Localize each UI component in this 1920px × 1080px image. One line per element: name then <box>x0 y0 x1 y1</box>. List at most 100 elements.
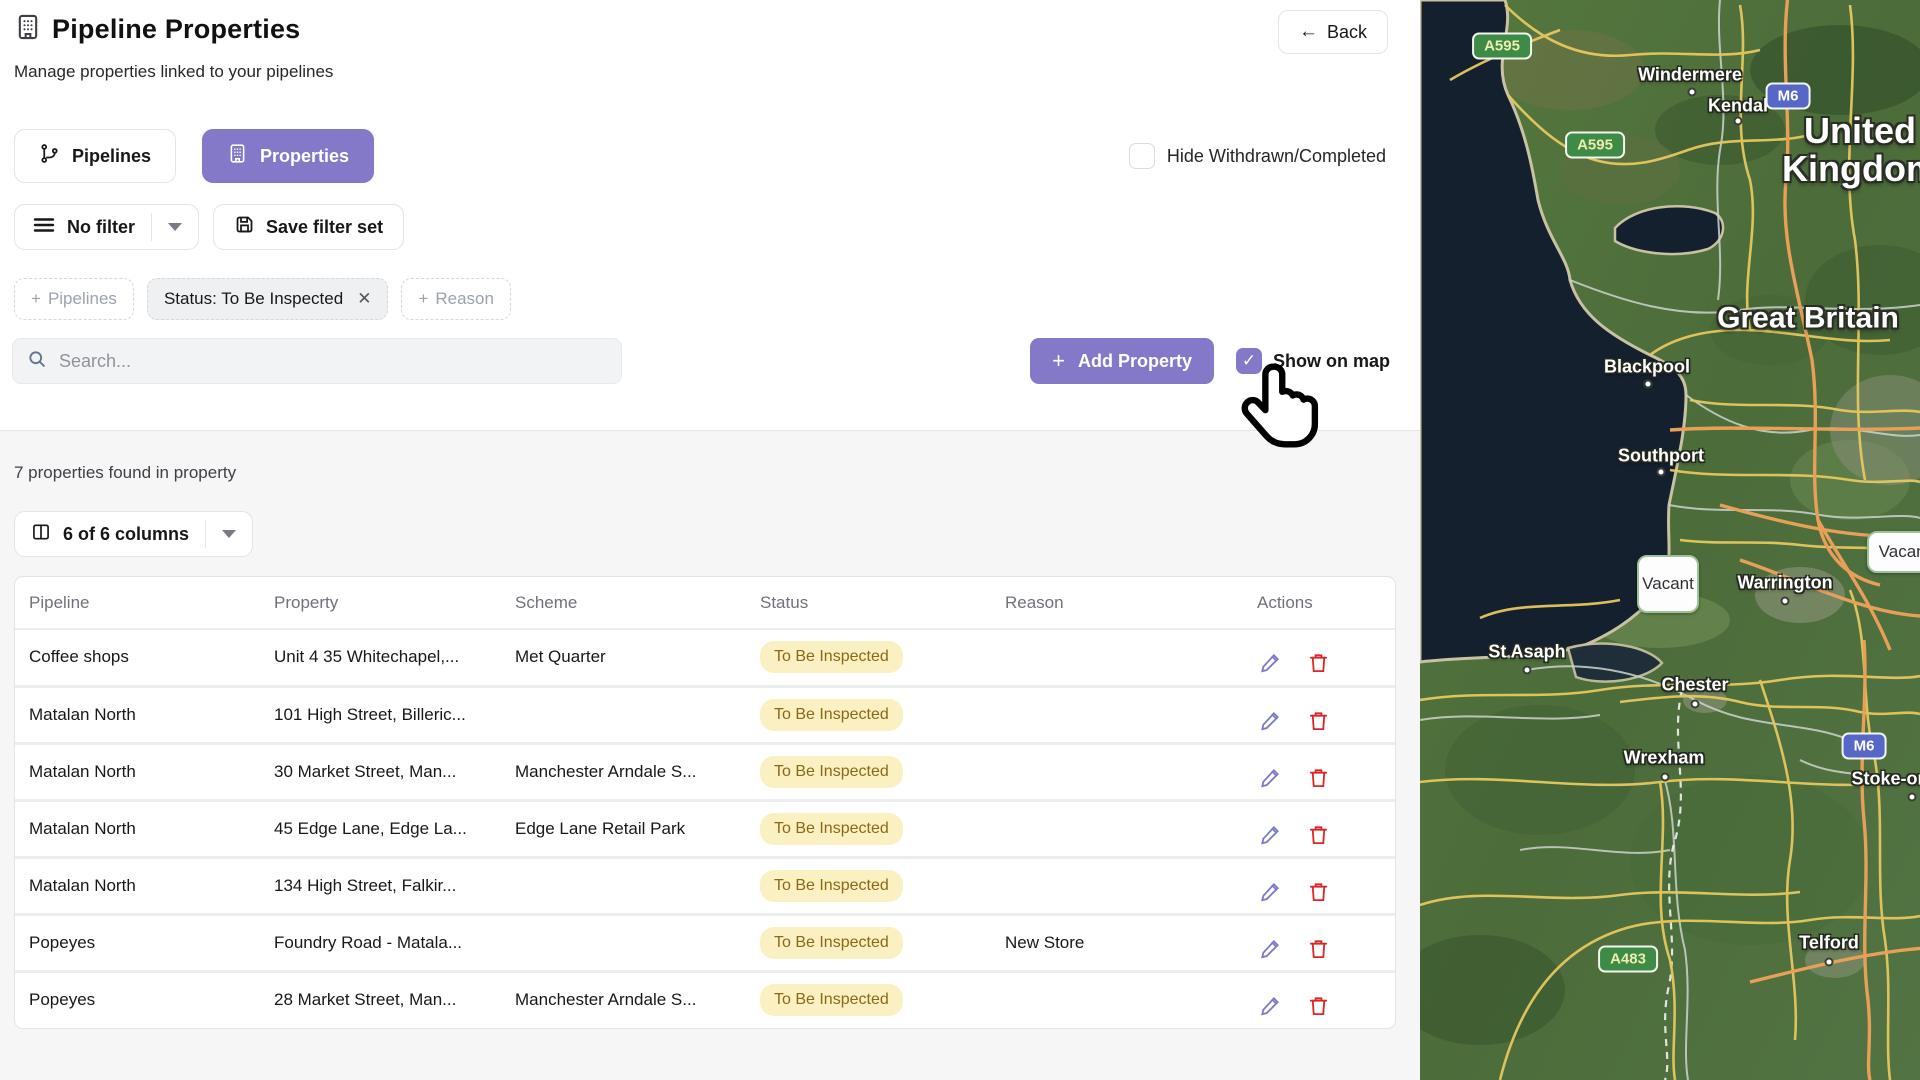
back-arrow-icon: ← <box>1299 21 1318 43</box>
columns-button[interactable]: 6 of 6 columns <box>14 511 253 557</box>
cell-property: 28 Market Street, Man... <box>260 971 501 1028</box>
results-summary: 7 properties found in property <box>14 463 236 483</box>
edit-button[interactable] <box>1257 766 1283 792</box>
table-row[interactable]: Coffee shopsUnit 4 35 Whitechapel,...Met… <box>15 629 1396 686</box>
table-row[interactable]: Matalan North134 High Street, Falkir... T… <box>15 857 1396 914</box>
cell-pipeline: Popeyes <box>15 971 260 1028</box>
map-marker-vacant[interactable]: Vacant <box>1867 531 1920 573</box>
add-property-button[interactable]: + Add Property <box>1030 338 1214 384</box>
back-button[interactable]: ← Back <box>1278 10 1388 54</box>
show-on-map-checkbox[interactable]: ✓ <box>1236 348 1262 374</box>
column-header-scheme: Scheme <box>501 577 746 629</box>
cell-scheme <box>501 857 746 914</box>
git-branch-icon <box>39 143 60 169</box>
cell-actions <box>1243 857 1396 914</box>
add-reason-filter-chip[interactable]: + Reason <box>401 278 511 320</box>
edit-button[interactable] <box>1257 651 1283 677</box>
columns-button-label: 6 of 6 columns <box>51 524 205 545</box>
cell-property: 30 Market Street, Man... <box>260 743 501 800</box>
edit-button[interactable] <box>1257 709 1283 735</box>
map-city-label: Wrexham <box>1624 748 1705 769</box>
cell-pipeline: Matalan North <box>15 743 260 800</box>
edit-button[interactable] <box>1257 823 1283 849</box>
pencil-icon <box>1259 662 1282 677</box>
delete-button[interactable] <box>1305 937 1331 963</box>
page-title: Pipeline Properties <box>52 14 300 45</box>
map-marker-vacant[interactable]: Vacant <box>1637 555 1699 613</box>
status-badge: To Be Inspected <box>760 984 903 1016</box>
save-filter-set-button[interactable]: Save filter set <box>213 204 404 250</box>
status-badge: To Be Inspected <box>760 870 903 902</box>
table-row[interactable]: Matalan North45 Edge Lane, Edge La...Edg… <box>15 800 1396 857</box>
delete-button[interactable] <box>1305 880 1331 906</box>
pencil-icon <box>1259 834 1282 849</box>
cell-pipeline: Matalan North <box>15 857 260 914</box>
chevron-down-icon[interactable] <box>168 223 182 231</box>
pencil-icon <box>1259 891 1282 906</box>
tab-properties-label: Properties <box>260 146 349 167</box>
remove-filter-icon[interactable]: ✕ <box>357 289 371 309</box>
search-box[interactable] <box>12 338 622 384</box>
delete-button[interactable] <box>1305 709 1331 735</box>
no-filter-button[interactable]: No filter <box>14 204 199 250</box>
map[interactable]: UnitedKingdomGreat BritainWindermereKend… <box>1420 0 1920 1080</box>
tab-pipelines-label: Pipelines <box>72 146 151 167</box>
edit-button[interactable] <box>1257 994 1283 1020</box>
save-icon <box>234 214 255 240</box>
hide-withdrawn-label: Hide Withdrawn/Completed <box>1167 146 1386 167</box>
delete-button[interactable] <box>1305 823 1331 849</box>
cell-scheme <box>501 686 746 743</box>
pencil-icon <box>1259 1005 1282 1020</box>
search-input[interactable] <box>59 351 607 372</box>
cell-actions <box>1243 629 1396 686</box>
results-section: 7 properties found in property 6 of 6 co… <box>0 430 1420 1080</box>
hide-withdrawn-toggle[interactable]: Hide Withdrawn/Completed <box>1129 143 1386 169</box>
cell-status: To Be Inspected <box>746 686 991 743</box>
edit-button[interactable] <box>1257 937 1283 963</box>
divider <box>205 520 206 548</box>
table-row[interactable]: PopeyesFoundry Road - Matala...To Be Ins… <box>15 914 1396 971</box>
trash-icon <box>1307 834 1330 849</box>
add-pipelines-filter-chip[interactable]: + Pipelines <box>14 278 134 320</box>
cell-property: 101 High Street, Billeric... <box>260 686 501 743</box>
properties-table-card: PipelinePropertySchemeStatusReasonAction… <box>14 576 1396 1029</box>
tab-properties[interactable]: Properties <box>202 129 374 183</box>
tab-pipelines[interactable]: Pipelines <box>14 129 176 183</box>
check-icon: ✓ <box>1242 351 1256 371</box>
map-region-label: UnitedKingdom <box>1782 112 1920 188</box>
status-badge: To Be Inspected <box>760 641 903 673</box>
table-row[interactable]: Matalan North101 High Street, Billeric..… <box>15 686 1396 743</box>
cell-actions <box>1243 743 1396 800</box>
cell-reason <box>991 629 1243 686</box>
delete-button[interactable] <box>1305 766 1331 792</box>
pencil-icon <box>1259 720 1282 735</box>
table-row[interactable]: Popeyes28 Market Street, Man...Mancheste… <box>15 971 1396 1028</box>
table-row[interactable]: Matalan North30 Market Street, Man...Man… <box>15 743 1396 800</box>
trash-icon <box>1307 891 1330 906</box>
status-badge: To Be Inspected <box>760 756 903 788</box>
cell-property: 134 High Street, Falkir... <box>260 857 501 914</box>
map-city-label: Windermere <box>1638 65 1742 86</box>
cell-pipeline: Matalan North <box>15 686 260 743</box>
hide-withdrawn-checkbox[interactable] <box>1129 143 1155 169</box>
columns-icon <box>31 522 51 547</box>
column-header-pipeline: Pipeline <box>15 577 260 629</box>
column-header-reason: Reason <box>991 577 1243 629</box>
map-city-dot <box>1661 773 1670 782</box>
delete-button[interactable] <box>1305 651 1331 677</box>
cell-status: To Be Inspected <box>746 800 991 857</box>
delete-button[interactable] <box>1305 994 1331 1020</box>
hamburger-icon <box>33 216 55 239</box>
column-header-property: Property <box>260 577 501 629</box>
map-city-label: Stoke-on <box>1851 769 1920 790</box>
trash-icon <box>1307 948 1330 963</box>
cell-property: Foundry Road - Matala... <box>260 914 501 971</box>
edit-button[interactable] <box>1257 880 1283 906</box>
cell-actions <box>1243 971 1396 1028</box>
chevron-down-icon[interactable] <box>222 530 236 538</box>
show-on-map-toggle[interactable]: ✓ Show on map <box>1236 348 1390 374</box>
status-filter-chip[interactable]: Status: To Be Inspected ✕ <box>147 278 389 320</box>
cell-actions <box>1243 686 1396 743</box>
building-icon <box>227 142 248 170</box>
cell-scheme: Met Quarter <box>501 629 746 686</box>
